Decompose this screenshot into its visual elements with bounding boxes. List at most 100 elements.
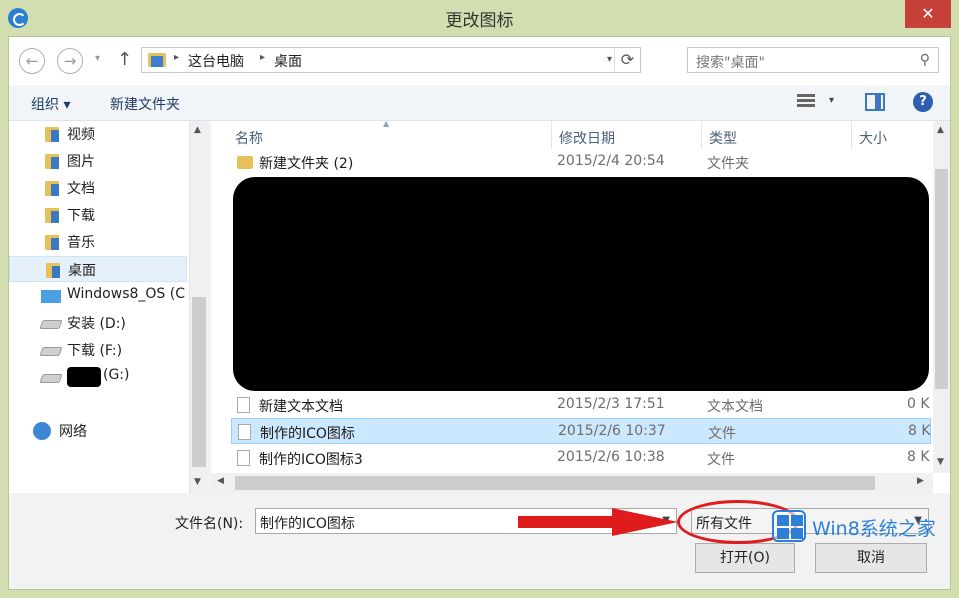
new-folder-button[interactable]: 新建文件夹	[110, 94, 180, 114]
view-options-icon[interactable]	[797, 94, 815, 110]
column-header-row: ▲ 名称 修改日期 类型 大小	[211, 119, 933, 149]
drive-icon	[39, 374, 63, 383]
forward-button[interactable]: →	[57, 48, 83, 74]
up-button[interactable]: ↑	[117, 49, 132, 70]
text-file-icon	[237, 397, 250, 413]
file-date: 2015/2/3 17:51	[557, 396, 665, 412]
search-icon[interactable]: ⚲	[920, 52, 930, 68]
sidebar-item-downloads[interactable]: 下载	[9, 202, 187, 228]
file-list-horizontal-scrollbar[interactable]: ◀ ▶	[211, 473, 933, 493]
sidebar-item-music[interactable]: 音乐	[9, 229, 187, 255]
video-folder-icon	[45, 127, 59, 142]
scroll-down-icon[interactable]: ▼	[194, 477, 201, 487]
file-name: 新建文件夹 (2)	[259, 156, 354, 172]
file-row[interactable]: 新建文件夹 (2) 2015/2/4 20:54 文件夹	[231, 149, 931, 175]
refresh-button[interactable]: ⟳	[614, 48, 640, 72]
preview-pane-icon[interactable]	[865, 93, 885, 111]
column-divider[interactable]	[851, 121, 852, 149]
file-type: 文件	[707, 452, 735, 468]
organize-menu[interactable]: 组织 ▾	[31, 94, 70, 114]
breadcrumb-desktop[interactable]: 桌面	[274, 51, 302, 71]
scrollbar-thumb[interactable]	[192, 297, 206, 467]
watermark-text: Win8系统之家	[812, 518, 936, 540]
windows-logo-icon	[772, 510, 806, 542]
file-date: 2015/2/6 10:37	[558, 423, 666, 439]
file-list-vertical-scrollbar[interactable]: ▲ ▼	[933, 121, 950, 473]
sidebar-item-drive-f[interactable]: 下载 (F:)	[9, 337, 187, 363]
command-toolbar: 组织 ▾ 新建文件夹 ▾ ?	[9, 85, 950, 121]
scroll-up-icon[interactable]: ▲	[937, 125, 944, 135]
dialog-window: 更改图标 ✕ ← → ▾ ↑ ▸ 这台电脑 ▸ 桌面 ▾ ⟳ 搜索"桌面" ⚲	[0, 0, 959, 598]
sidebar-item-label: 安装 (D:)	[67, 316, 126, 332]
file-icon	[238, 424, 251, 440]
file-size: 8 K	[908, 423, 931, 439]
redaction-block	[67, 367, 101, 387]
sidebar-item-pictures[interactable]: 图片	[9, 148, 187, 174]
sidebar-item-label: 图片	[67, 154, 95, 170]
desktop-folder-icon	[46, 263, 60, 278]
file-list: ▲ 名称 修改日期 类型 大小 新建文件夹 (2) 2015/2/4 20:54…	[211, 119, 950, 493]
sidebar-item-videos[interactable]: 视频	[9, 121, 187, 147]
folder-icon	[148, 53, 166, 67]
file-size: 0 K	[907, 396, 930, 412]
sidebar-item-label: 下载 (F:)	[67, 343, 123, 359]
column-header-size[interactable]: 大小	[859, 128, 887, 148]
file-date: 2015/2/6 10:38	[557, 449, 665, 465]
sidebar-item-drive-d[interactable]: 安装 (D:)	[9, 310, 187, 336]
file-name: 新建文本文档	[259, 399, 343, 415]
scroll-left-icon[interactable]: ◀	[217, 476, 224, 486]
watermark: Win8系统之家	[770, 508, 950, 544]
sidebar-item-label: 音乐	[67, 235, 95, 251]
file-row-selected[interactable]: 制作的ICO图标 2015/2/6 10:37 文件 8 K	[231, 418, 931, 444]
search-input[interactable]: 搜索"桌面" ⚲	[687, 47, 939, 73]
scroll-down-icon[interactable]: ▼	[937, 457, 944, 467]
breadcrumb-separator[interactable]: ▸	[174, 52, 179, 63]
filename-value: 制作的ICO图标	[260, 516, 355, 532]
help-icon[interactable]: ?	[913, 92, 933, 112]
sidebar-item-label: 文档	[67, 181, 95, 197]
sort-ascending-icon: ▲	[383, 119, 390, 128]
sidebar-item-label: 网络	[59, 424, 87, 440]
sidebar-item-label: Windows8_OS (C	[67, 286, 185, 302]
cancel-button[interactable]: 取消	[815, 543, 927, 573]
sidebar-item-drive-g[interactable]: (G:)	[9, 364, 187, 390]
navigation-pane: 视频 图片 文档 下载 音乐 桌面 Windows8_OS (C 安装 (D:)…	[9, 121, 207, 493]
sidebar-item-desktop[interactable]: 桌面	[9, 256, 187, 282]
drive-icon	[39, 320, 63, 329]
scrollbar-thumb[interactable]	[935, 169, 948, 389]
breadcrumb-this-pc[interactable]: 这台电脑	[188, 51, 244, 71]
scroll-up-icon[interactable]: ▲	[194, 125, 201, 135]
column-header-date[interactable]: 修改日期	[559, 128, 615, 148]
sidebar-item-documents[interactable]: 文档	[9, 175, 187, 201]
column-divider[interactable]	[701, 121, 702, 149]
breadcrumb-separator[interactable]: ▸	[260, 52, 265, 63]
navigation-bar: ← → ▾ ↑ ▸ 这台电脑 ▸ 桌面 ▾ ⟳ 搜索"桌面" ⚲	[9, 37, 950, 85]
file-icon	[237, 450, 250, 466]
open-button[interactable]: 打开(O)	[695, 543, 795, 573]
address-bar[interactable]: ▸ 这台电脑 ▸ 桌面 ▾ ⟳	[141, 47, 641, 73]
scroll-right-icon[interactable]: ▶	[917, 476, 924, 486]
sidebar-item-label: (G:)	[103, 367, 130, 383]
column-header-type[interactable]: 类型	[709, 128, 737, 148]
scrollbar-thumb[interactable]	[235, 476, 875, 490]
drive-icon	[39, 347, 63, 356]
sidebar-item-network[interactable]: 网络	[9, 418, 187, 444]
sidebar-item-drive-c[interactable]: Windows8_OS (C	[9, 283, 187, 309]
recent-locations-dropdown[interactable]: ▾	[95, 53, 100, 64]
address-dropdown-icon[interactable]: ▾	[607, 54, 612, 65]
file-row[interactable]: 新建文本文档 2015/2/3 17:51 文本文档 0 K	[231, 392, 931, 418]
windows-drive-icon	[41, 290, 61, 303]
close-button[interactable]: ✕	[905, 0, 951, 28]
file-date: 2015/2/4 20:54	[557, 153, 665, 169]
sidebar-item-label: 视频	[67, 127, 95, 143]
file-row[interactable]: 制作的ICO图标3 2015/2/6 10:38 文件 8 K	[231, 445, 931, 471]
file-name: 制作的ICO图标3	[259, 452, 363, 468]
view-dropdown-icon[interactable]: ▾	[829, 95, 834, 106]
documents-folder-icon	[45, 181, 59, 196]
column-divider[interactable]	[551, 121, 552, 149]
navigation-scrollbar[interactable]: ▲ ▼	[189, 121, 207, 493]
annotation-arrow	[518, 508, 678, 536]
folder-icon	[237, 156, 253, 169]
back-button[interactable]: ←	[19, 48, 45, 74]
column-header-name[interactable]: 名称	[235, 128, 263, 148]
